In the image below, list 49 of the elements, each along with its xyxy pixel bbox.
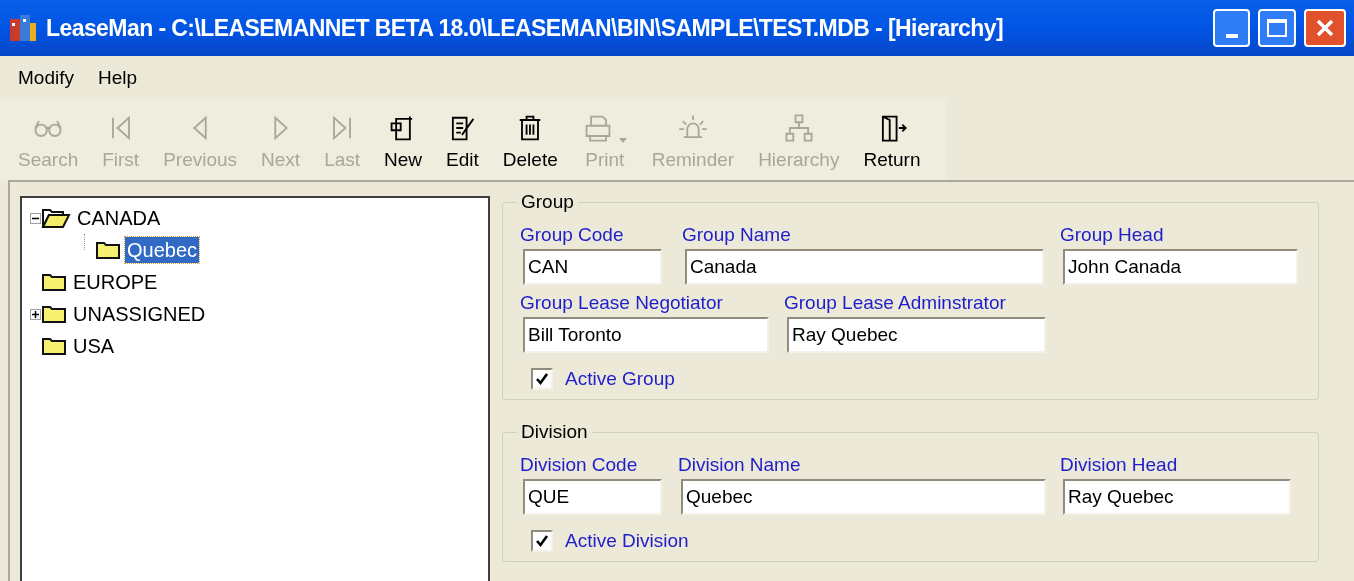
maximize-button[interactable] — [1258, 9, 1296, 47]
close-icon — [1315, 18, 1335, 38]
close-button[interactable] — [1304, 9, 1346, 47]
toolbar-button[interactable]: Return — [851, 100, 933, 180]
tree-item[interactable]: EUROPE — [71, 269, 160, 295]
text-field[interactable]: Quebec — [681, 478, 1046, 515]
expand-icon[interactable] — [30, 308, 41, 320]
checkbox[interactable] — [531, 529, 553, 552]
menu-item[interactable]: Help — [85, 61, 150, 95]
folder-icon — [95, 240, 121, 260]
check-icon — [535, 533, 549, 548]
folder-icon — [41, 272, 67, 292]
checkbox-label: Active Division — [565, 528, 689, 553]
field-label: Group Head — [1060, 222, 1165, 247]
minimize-button[interactable] — [1213, 9, 1250, 47]
tree-item[interactable]: UNASSIGNED — [71, 301, 208, 327]
toolbar-button[interactable]: Edit — [434, 100, 491, 180]
field-label: Group Lease Negotiator — [520, 290, 724, 315]
folder-icon — [41, 304, 67, 324]
text-field[interactable]: CAN — [523, 248, 662, 285]
field-label: Division Name — [678, 452, 802, 477]
checkbox-label: Active Group — [565, 366, 675, 391]
group-box-title: Group — [520, 190, 575, 214]
text-field[interactable]: Ray Quebec — [1063, 478, 1291, 515]
field-label: Division Code — [520, 452, 639, 477]
tree-item[interactable]: CANADA — [75, 205, 163, 231]
collapse-icon[interactable] — [30, 212, 41, 224]
group-box-title: Division — [520, 420, 589, 444]
text-field[interactable]: Ray Quebec — [787, 316, 1046, 353]
field-label: Division Head — [1060, 452, 1179, 477]
text-field[interactable]: Bill Toronto — [523, 316, 769, 353]
toolbar-button[interactable]: Delete — [490, 100, 570, 180]
toolbar-button[interactable]: New — [372, 100, 435, 180]
field-label: Group Lease Adminstrator — [784, 290, 1007, 315]
caret-icon — [617, 137, 628, 144]
tree-item[interactable]: USA — [71, 333, 117, 359]
field-label: Group Name — [682, 222, 792, 247]
text-field[interactable]: John Canada — [1063, 248, 1298, 285]
app-icon — [8, 13, 38, 43]
menu-item[interactable]: Modify — [6, 61, 86, 95]
check-icon — [535, 371, 549, 386]
field-label: Group Code — [520, 222, 625, 247]
open-folder-icon — [41, 207, 71, 229]
checkbox[interactable] — [531, 367, 553, 390]
folder-icon — [41, 336, 67, 356]
text-field[interactable]: Canada — [685, 248, 1044, 285]
tree-item[interactable]: Quebec — [125, 237, 200, 263]
window-title: LeaseMan - C:\LEASEMANNET BETA 18.0\LEASEMAN\BIN\SAMPLE\TEST.MDB - [Hierarchy] — [46, 13, 1004, 43]
text-field[interactable]: QUE — [523, 478, 662, 515]
